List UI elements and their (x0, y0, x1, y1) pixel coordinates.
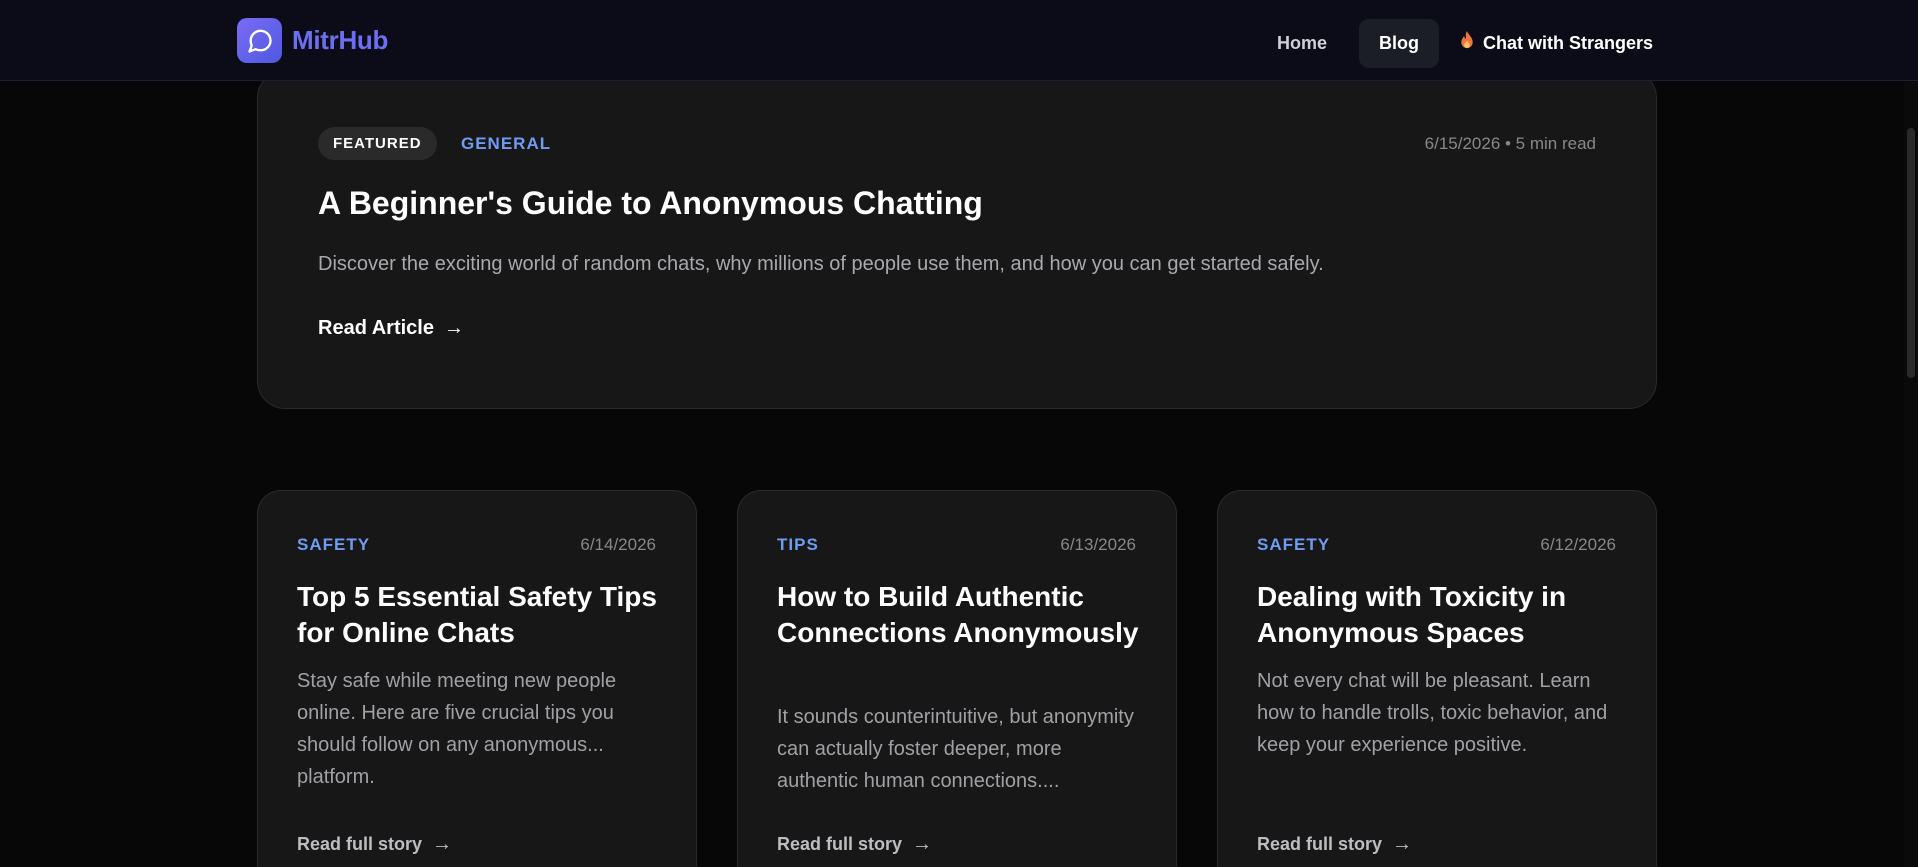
post-date: 6/14/2026 (580, 535, 656, 554)
main-nav: Home Blog Chat with Strangers (1257, 17, 1661, 69)
post-card[interactable]: TIPS 6/13/2026 How to Build Authentic Co… (737, 490, 1177, 867)
read-article-label: Read Article (318, 317, 434, 339)
post-description: Stay safe while meeting new people onlin… (297, 670, 617, 788)
featured-description: Discover the exciting world of random ch… (318, 253, 1324, 275)
arrow-right-icon: → (432, 833, 453, 855)
read-full-story-link[interactable]: Read full story → (297, 833, 452, 856)
read-full-story-label: Read full story (777, 834, 903, 854)
post-title[interactable]: Top 5 Essential Safety Tips for Online C… (297, 579, 667, 651)
post-title[interactable]: Dealing with Toxicity in Anonymous Space… (1257, 579, 1627, 651)
brand-logo[interactable]: MitrHub (237, 18, 388, 63)
arrow-right-icon: → (912, 833, 933, 855)
featured-article-card[interactable]: FEATURED GENERAL 6/15/2026 • 5 min read … (257, 70, 1657, 409)
post-card[interactable]: SAFETY 6/14/2026 Top 5 Essential Safety … (257, 490, 697, 867)
page: FEATURED GENERAL 6/15/2026 • 5 min read … (0, 0, 1918, 867)
post-category[interactable]: SAFETY (1257, 535, 1330, 555)
featured-category[interactable]: GENERAL (461, 134, 551, 154)
post-description: Not every chat will be pleasant. Learn h… (1257, 670, 1608, 756)
chat-with-strangers-button[interactable]: Chat with Strangers (1451, 17, 1661, 69)
featured-badge: FEATURED (318, 127, 437, 160)
arrow-right-icon: → (443, 317, 464, 339)
nav-home[interactable]: Home (1257, 19, 1347, 68)
scrollbar-thumb[interactable] (1907, 128, 1915, 378)
featured-title[interactable]: A Beginner's Guide to Anonymous Chatting (318, 185, 983, 222)
post-title[interactable]: How to Build Authentic Connections Anony… (777, 579, 1147, 651)
post-date: 6/13/2026 (1060, 535, 1136, 554)
arrow-right-icon: → (1392, 833, 1413, 855)
read-full-story-link[interactable]: Read full story → (777, 833, 932, 856)
post-category[interactable]: TIPS (777, 535, 819, 555)
post-card[interactable]: SAFETY 6/12/2026 Dealing with Toxicity i… (1217, 490, 1657, 867)
fire-icon (1459, 31, 1475, 55)
nav-blog[interactable]: Blog (1358, 18, 1439, 68)
read-full-story-link[interactable]: Read full story → (1257, 833, 1412, 856)
read-full-story-label: Read full story (297, 834, 423, 854)
post-category[interactable]: SAFETY (297, 535, 370, 555)
read-article-link[interactable]: Read Article → (318, 317, 464, 340)
brand-name: MitrHub (292, 25, 389, 55)
top-navbar: MitrHub Home Blog Chat with Strangers (0, 0, 1918, 81)
featured-meta: 6/15/2026 • 5 min read (1424, 134, 1596, 153)
read-full-story-label: Read full story (1257, 834, 1383, 854)
chat-bubble-icon (237, 18, 282, 63)
post-description: It sounds counterintuitive, but anonymit… (777, 706, 1134, 792)
post-date: 6/12/2026 (1540, 535, 1616, 554)
chat-with-strangers-label: Chat with Strangers (1482, 32, 1653, 53)
